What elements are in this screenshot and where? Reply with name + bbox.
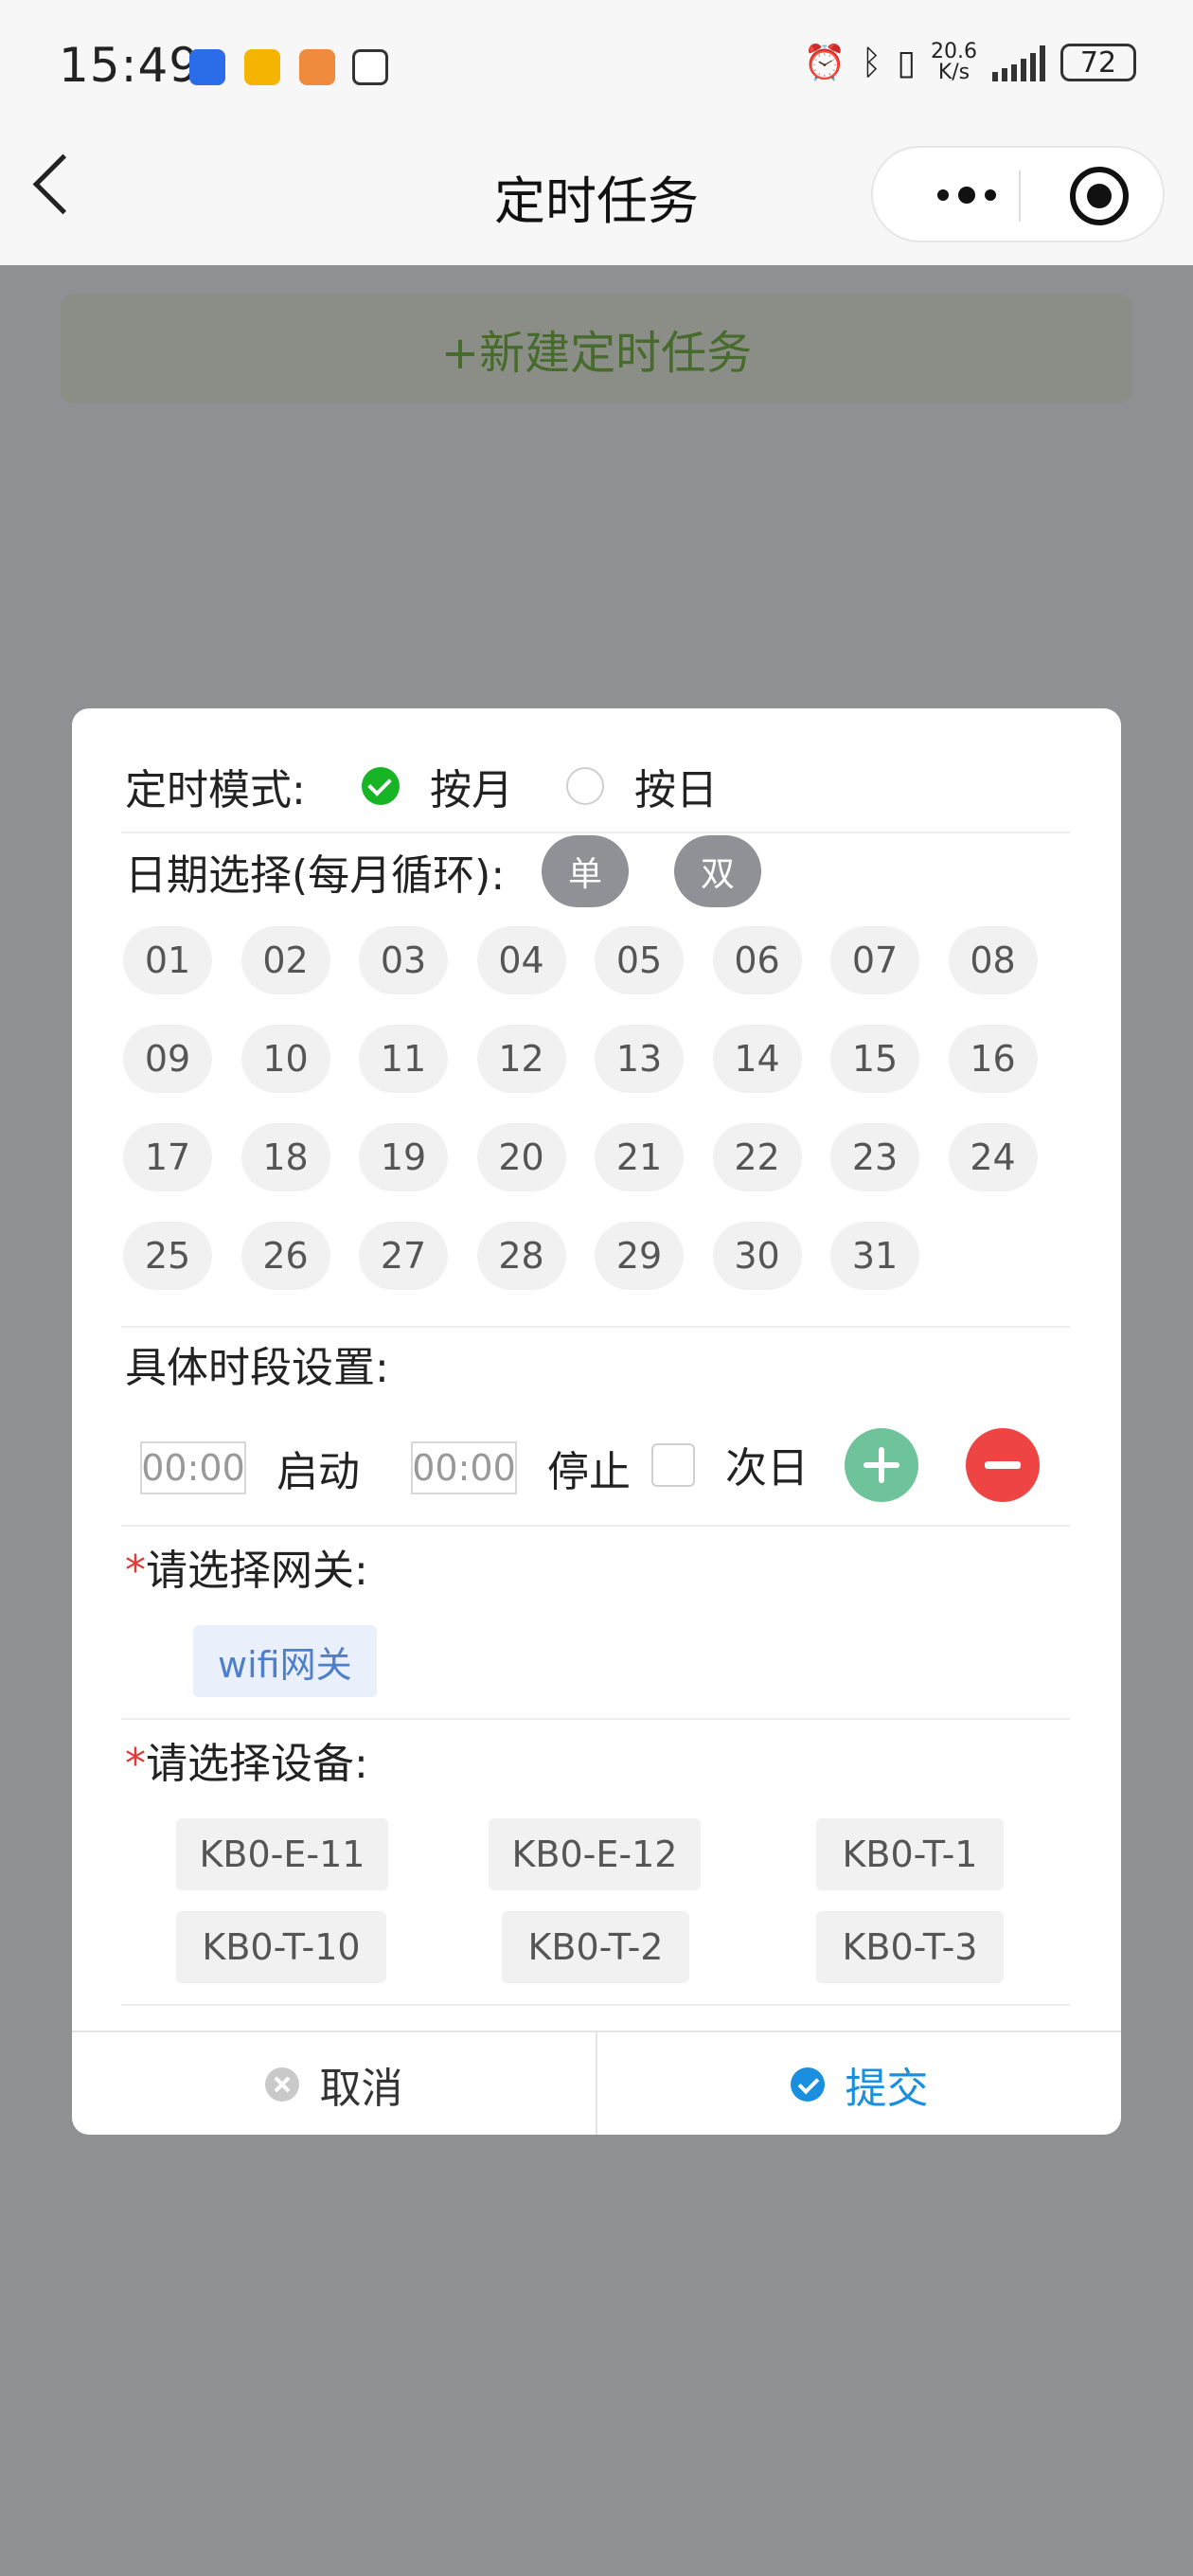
battery-indicator: 72 bbox=[1060, 44, 1136, 81]
mode-label: 定时模式: bbox=[125, 766, 306, 814]
modal-footer: 取消 提交 bbox=[72, 2030, 1121, 2135]
next-day-checkbox[interactable] bbox=[651, 1443, 695, 1487]
radio-monthly-checked-icon[interactable] bbox=[362, 767, 400, 805]
status-indicators: ⏰ ᛒ ▯ 20.6 K/s 72 bbox=[804, 42, 1136, 83]
alarm-icon: ⏰ bbox=[803, 44, 846, 82]
day-option[interactable]: 06 bbox=[712, 926, 802, 994]
day-option[interactable]: 28 bbox=[476, 1222, 566, 1290]
day-option[interactable]: 12 bbox=[476, 1025, 566, 1093]
device-option[interactable]: KB0-T-1 bbox=[816, 1818, 1004, 1890]
day-option[interactable]: 15 bbox=[830, 1025, 919, 1093]
device-label: *请选择设备: bbox=[125, 1740, 368, 1788]
radio-daily-icon[interactable] bbox=[566, 767, 604, 805]
day-option[interactable]: 05 bbox=[595, 926, 684, 994]
more-icon[interactable] bbox=[915, 169, 1019, 222]
bluetooth-icon: ᛒ bbox=[861, 43, 882, 82]
required-mark: * bbox=[125, 1547, 146, 1595]
submit-check-icon bbox=[790, 2067, 825, 2102]
vibrate-icon: ▯ bbox=[897, 43, 917, 82]
day-option[interactable]: 27 bbox=[359, 1222, 448, 1290]
day-option[interactable]: 13 bbox=[595, 1025, 684, 1093]
day-option[interactable]: 30 bbox=[712, 1222, 802, 1290]
day-option[interactable]: 26 bbox=[240, 1222, 330, 1290]
radio-monthly-label[interactable]: 按月 bbox=[430, 756, 513, 816]
mini-program-capsule bbox=[871, 146, 1165, 242]
day-option[interactable]: 18 bbox=[240, 1123, 330, 1191]
day-option[interactable]: 25 bbox=[123, 1222, 212, 1290]
day-option[interactable]: 03 bbox=[359, 926, 448, 994]
device-option[interactable]: KB0-T-2 bbox=[502, 1911, 689, 1983]
top-bar: 15:49 ⏰ ᛒ ▯ 20.6 K/s 72 定时任务 bbox=[0, 0, 1193, 265]
device-option[interactable]: KB0-E-12 bbox=[489, 1818, 701, 1890]
day-option[interactable]: 09 bbox=[123, 1025, 212, 1093]
device-option[interactable]: KB0-E-11 bbox=[176, 1818, 388, 1890]
date-label: 日期选择(每月循环): bbox=[125, 851, 506, 900]
chat-app-icon bbox=[299, 49, 335, 85]
day-option[interactable]: 07 bbox=[830, 926, 919, 994]
net-speed: 20.6 K/s bbox=[931, 40, 977, 84]
start-time-input[interactable]: 00:00 bbox=[140, 1441, 246, 1494]
device-option[interactable]: KB0-T-10 bbox=[176, 1911, 386, 1983]
day-option[interactable]: 14 bbox=[712, 1025, 802, 1093]
day-option[interactable]: 20 bbox=[476, 1123, 566, 1191]
submit-button[interactable]: 提交 bbox=[597, 2032, 1121, 2135]
day-option[interactable]: 23 bbox=[830, 1123, 919, 1191]
new-task-button[interactable]: +新建定时任务 bbox=[61, 294, 1132, 403]
day-option[interactable]: 08 bbox=[948, 926, 1038, 994]
day-option[interactable]: 01 bbox=[123, 926, 212, 994]
period-label: 具体时段设置: bbox=[125, 1344, 389, 1392]
day-option[interactable]: 17 bbox=[123, 1123, 212, 1191]
device-option[interactable]: KB0-T-3 bbox=[816, 1911, 1004, 1983]
odd-days-button[interactable]: 单 bbox=[542, 835, 629, 907]
required-mark: * bbox=[125, 1740, 146, 1788]
cancel-button[interactable]: 取消 bbox=[72, 2032, 596, 2135]
cancel-icon bbox=[264, 2067, 299, 2102]
even-days-button[interactable]: 双 bbox=[674, 835, 761, 907]
close-target-icon[interactable] bbox=[1070, 167, 1129, 225]
day-option[interactable]: 02 bbox=[240, 926, 330, 994]
status-time: 15:49 bbox=[59, 38, 201, 93]
day-option[interactable]: 10 bbox=[240, 1025, 330, 1093]
stop-label: 停止 bbox=[547, 1448, 631, 1496]
day-option[interactable]: 31 bbox=[830, 1222, 919, 1290]
gateway-label: *请选择网关: bbox=[125, 1547, 368, 1595]
day-option[interactable]: 29 bbox=[595, 1222, 684, 1290]
stop-time-input[interactable]: 00:00 bbox=[411, 1441, 517, 1494]
day-option[interactable]: 19 bbox=[359, 1123, 448, 1191]
day-option[interactable]: 22 bbox=[712, 1123, 802, 1191]
day-option[interactable]: 16 bbox=[948, 1025, 1038, 1093]
day-option[interactable]: 04 bbox=[476, 926, 566, 994]
voice-app-icon bbox=[189, 49, 225, 85]
next-day-label: 次日 bbox=[725, 1444, 809, 1493]
day-option[interactable]: 21 bbox=[595, 1123, 684, 1191]
radio-daily-label[interactable]: 按日 bbox=[634, 756, 718, 816]
add-period-icon[interactable] bbox=[845, 1428, 918, 1502]
gateway-option-wifi[interactable]: wifi网关 bbox=[193, 1625, 377, 1697]
start-label: 启动 bbox=[276, 1448, 360, 1496]
signal-icon bbox=[992, 44, 1045, 81]
mail-app-icon bbox=[244, 49, 280, 85]
day-option[interactable]: 24 bbox=[948, 1123, 1038, 1191]
task-modal: 定时模式: 按月 按日 日期选择(每月循环): 单 双 01 02 03 04 05 06… bbox=[72, 708, 1121, 2135]
remove-period-icon[interactable] bbox=[966, 1428, 1040, 1502]
day-option[interactable]: 11 bbox=[359, 1025, 448, 1093]
nfc-icon bbox=[352, 49, 388, 85]
